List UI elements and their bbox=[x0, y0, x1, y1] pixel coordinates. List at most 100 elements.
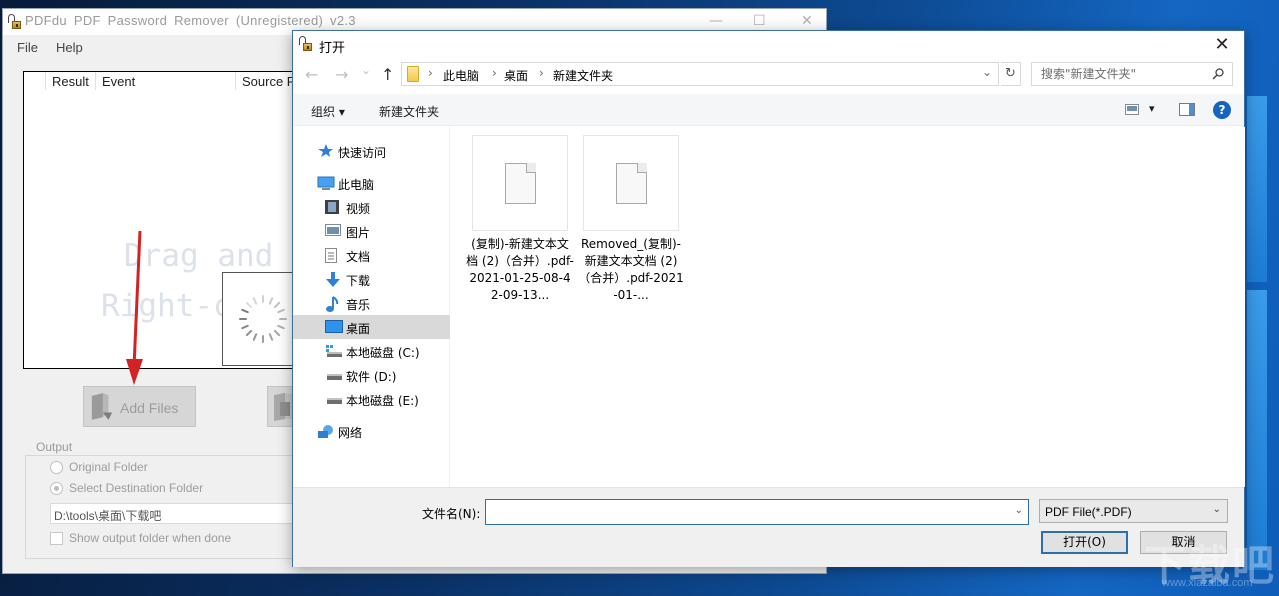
spinner-tick bbox=[277, 324, 286, 330]
menu-help[interactable]: Help bbox=[56, 40, 83, 55]
annotation-arrow bbox=[126, 230, 143, 385]
nav-item[interactable]: 快速访问 bbox=[293, 139, 450, 163]
spinner-tick bbox=[240, 324, 249, 330]
destination-path-field[interactable]: D:\tools\桌面\下载吧 bbox=[50, 503, 310, 524]
nav-item[interactable]: 文档 bbox=[293, 243, 450, 267]
dialog-footer: 文件名(N): ⌄ PDF File(*.PDF) ⌄ 打开(O) 取消 bbox=[293, 487, 1244, 567]
filename-field[interactable]: ⌄ bbox=[485, 499, 1029, 525]
spinner-tick bbox=[277, 308, 286, 314]
spinner-tick bbox=[279, 318, 287, 320]
nav-item[interactable]: 网络 bbox=[293, 419, 450, 443]
view-options-dropdown[interactable]: ▾ bbox=[1149, 102, 1155, 115]
destination-folder-label[interactable]: Select Destination Folder bbox=[69, 481, 203, 495]
pictures-icon bbox=[325, 224, 341, 238]
spinner-tick bbox=[273, 301, 281, 309]
column-source-file[interactable]: Source Fi bbox=[242, 74, 298, 89]
nav-item[interactable]: 本地磁盘 (C:) bbox=[293, 339, 450, 363]
column-result[interactable]: Result bbox=[52, 74, 89, 89]
nav-item[interactable]: 下载 bbox=[293, 267, 450, 291]
open-file-dialog: 打开 ✕ ← → ⌄ ↑ › 此电脑 › 桌面 › 新建文件夹 ⌄ ↻ 组织 ▾… bbox=[292, 30, 1245, 567]
dialog-title: 打开 bbox=[319, 41, 346, 56]
menu-file[interactable]: File bbox=[17, 40, 38, 55]
filename-history-dropdown[interactable]: ⌄ bbox=[1015, 505, 1023, 516]
nav-item-label: 本地磁盘 (E:) bbox=[346, 394, 419, 408]
show-output-folder-label[interactable]: Show output folder when done bbox=[69, 531, 231, 545]
forward-button[interactable]: → bbox=[335, 65, 348, 84]
search-icon[interactable] bbox=[1212, 68, 1224, 80]
new-folder-button[interactable]: 新建文件夹 bbox=[379, 103, 439, 120]
filename-label: 文件名(N): bbox=[422, 507, 481, 521]
help-button[interactable]: ? bbox=[1213, 101, 1231, 119]
spinner-tick bbox=[252, 333, 258, 342]
network-icon bbox=[317, 424, 333, 438]
open-button[interactable]: 打开(O) bbox=[1041, 531, 1128, 554]
dialog-lock-icon bbox=[299, 36, 313, 52]
organize-button[interactable]: 组织 ▾ bbox=[311, 103, 345, 120]
destination-folder-radio[interactable] bbox=[50, 482, 63, 495]
output-group-title: Output bbox=[34, 440, 75, 454]
nav-item-label: 软件 (D:) bbox=[346, 370, 397, 384]
maximize-button[interactable]: ☐ bbox=[753, 13, 766, 29]
close-button[interactable]: ✕ bbox=[801, 13, 813, 29]
desktop-icon bbox=[325, 320, 343, 334]
recent-locations-button[interactable]: ⌄ bbox=[361, 63, 371, 77]
desktop-logo-pane bbox=[1247, 290, 1267, 570]
file-type-value: PDF File(*.PDF) bbox=[1045, 505, 1132, 519]
nav-item-label: 图片 bbox=[346, 226, 371, 240]
nav-item[interactable]: 软件 (D:) bbox=[293, 363, 450, 387]
address-bar[interactable]: › 此电脑 › 桌面 › 新建文件夹 ⌄ bbox=[401, 62, 999, 86]
column-separator[interactable] bbox=[235, 72, 236, 90]
spinner-tick bbox=[245, 329, 253, 337]
cancel-button[interactable]: 取消 bbox=[1140, 531, 1227, 554]
chevron-down-icon: ⌄ bbox=[1212, 504, 1221, 515]
breadcrumb-separator[interactable]: › bbox=[539, 66, 544, 80]
app-title: PDFdu PDF Password Remover (Unregistered… bbox=[25, 13, 356, 28]
breadcrumb-this-pc[interactable]: 此电脑 bbox=[443, 67, 479, 84]
search-box[interactable] bbox=[1031, 62, 1233, 86]
nav-item-label: 网络 bbox=[338, 426, 363, 440]
address-dropdown-button[interactable]: ⌄ bbox=[982, 65, 992, 79]
breadcrumb-new-folder[interactable]: 新建文件夹 bbox=[553, 67, 613, 84]
nav-item[interactable]: 图片 bbox=[293, 219, 450, 243]
column-event[interactable]: Event bbox=[102, 74, 135, 89]
up-button[interactable]: ↑ bbox=[381, 65, 394, 84]
nav-item[interactable]: 视频 bbox=[293, 195, 450, 219]
nav-item[interactable]: 此电脑 bbox=[293, 171, 450, 195]
filename-input[interactable] bbox=[486, 500, 1028, 524]
nav-item-label: 下载 bbox=[346, 274, 371, 288]
preview-pane-icon[interactable] bbox=[1179, 103, 1195, 116]
nav-item-label: 本地磁盘 (C:) bbox=[346, 346, 420, 360]
navigation-pane: 快速访问此电脑视频图片文档下载音乐桌面本地磁盘 (C:) 软件 (D:) 本地磁盘 … bbox=[293, 127, 450, 487]
nav-item[interactable]: 本地磁盘 (E:) bbox=[293, 387, 450, 411]
show-output-folder-checkbox[interactable] bbox=[50, 532, 63, 545]
minimize-button[interactable]: — bbox=[709, 13, 723, 29]
change-view-icon[interactable] bbox=[1125, 104, 1139, 115]
breadcrumb-separator[interactable]: › bbox=[492, 66, 497, 80]
nav-item-label: 文档 bbox=[346, 250, 371, 264]
dialog-close-button[interactable]: ✕ bbox=[1208, 33, 1236, 57]
column-separator[interactable] bbox=[45, 72, 46, 90]
column-separator[interactable] bbox=[95, 72, 96, 90]
nav-item-label: 音乐 bbox=[346, 298, 371, 312]
nav-item-label: 视频 bbox=[346, 202, 371, 216]
original-folder-label[interactable]: Original Folder bbox=[69, 460, 148, 474]
file-name: (复制)-新建文本文档 (2)（合并）.pdf-2021-01-25-08-42… bbox=[466, 237, 574, 302]
spinner-tick bbox=[273, 329, 281, 337]
nav-item[interactable]: 音乐 bbox=[293, 291, 450, 315]
nav-item[interactable]: 桌面 bbox=[293, 315, 450, 339]
drive-icon bbox=[325, 392, 342, 406]
add-files-button[interactable]: Add Files bbox=[83, 386, 196, 427]
breadcrumb-desktop[interactable]: 桌面 bbox=[504, 67, 528, 84]
file-thumbnail bbox=[583, 135, 679, 231]
refresh-button[interactable]: ↻ bbox=[1001, 62, 1021, 86]
documents-icon bbox=[325, 248, 341, 263]
app-lock-icon bbox=[8, 14, 22, 30]
search-input[interactable] bbox=[1032, 63, 1232, 85]
file-type-select[interactable]: PDF File(*.PDF) ⌄ bbox=[1039, 499, 1228, 523]
original-folder-radio[interactable] bbox=[50, 461, 63, 474]
drive-icon bbox=[325, 368, 342, 382]
back-button[interactable]: ← bbox=[305, 65, 318, 84]
breadcrumb-separator[interactable]: › bbox=[428, 66, 433, 80]
spinner-tick bbox=[262, 335, 264, 343]
computer-icon bbox=[317, 176, 335, 190]
